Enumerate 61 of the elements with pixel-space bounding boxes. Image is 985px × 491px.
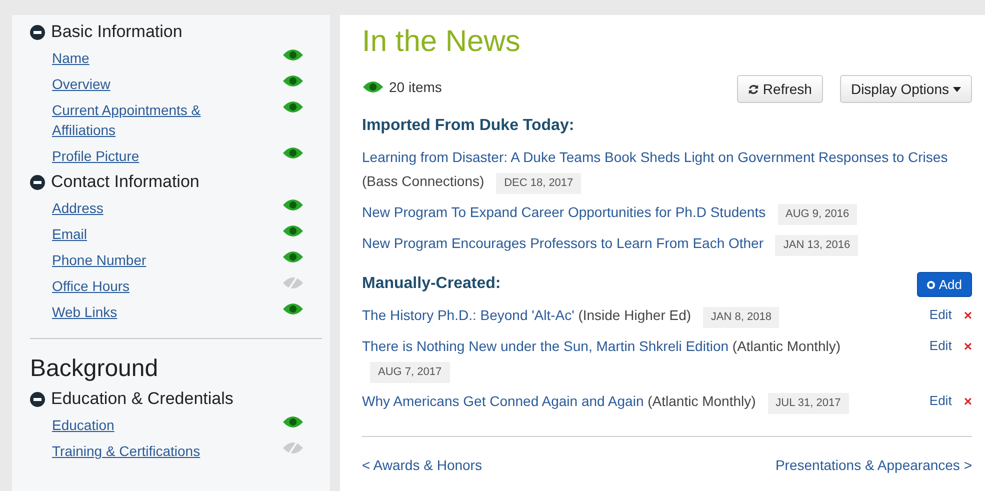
edit-link[interactable]: Edit	[929, 334, 952, 358]
group-title: Basic Information	[51, 22, 182, 42]
sidebar-link[interactable]: Web Links	[52, 302, 222, 322]
news-source: (Atlantic Monthly)	[646, 393, 756, 409]
section-heading: Imported From Duke Today:	[362, 117, 576, 135]
sidebar-link[interactable]: Name	[52, 48, 222, 68]
eye-icon[interactable]	[282, 146, 304, 160]
sidebar-link[interactable]: Office Hours	[52, 276, 222, 296]
caret-icon	[953, 86, 961, 92]
collapse-icon[interactable]	[30, 174, 45, 190]
news-date: AUG 7, 2017	[370, 362, 450, 383]
item-count: 20 items	[389, 79, 442, 95]
refresh-button[interactable]: Refresh	[736, 75, 823, 103]
previous-link[interactable]: < Awards & Honors	[362, 457, 482, 473]
news-link[interactable]: The History Ph.D.: Beyond 'Alt-Ac'	[362, 307, 574, 323]
sidebar-link[interactable]: Address	[52, 198, 222, 218]
eye-icon[interactable]	[282, 224, 304, 238]
eye-icon[interactable]	[282, 198, 304, 212]
news-date: JAN 13, 2016	[775, 235, 858, 256]
display-options-button[interactable]: Display Options	[840, 75, 972, 103]
refresh-icon	[748, 84, 759, 94]
eye-icon[interactable]	[282, 48, 304, 62]
group-title: Education & Credentials	[51, 389, 234, 409]
delete-button[interactable]: ×	[964, 389, 972, 413]
group-title: Contact Information	[51, 172, 200, 192]
sidebar-link[interactable]: Education	[52, 415, 222, 435]
news-date: DEC 18, 2017	[496, 173, 582, 194]
next-link[interactable]: Presentations & Appearances >	[775, 457, 972, 473]
delete-button[interactable]: ×	[964, 334, 972, 358]
edit-link[interactable]: Edit	[929, 303, 952, 327]
sidebar-link[interactable]: Current Appointments & Affiliations	[52, 100, 222, 140]
news-source: (Bass Connections)	[362, 173, 484, 189]
news-source: (Atlantic Monthly)	[731, 338, 841, 354]
eye-icon[interactable]	[362, 80, 384, 94]
collapse-icon[interactable]	[30, 392, 45, 406]
collapse-icon[interactable]	[30, 24, 45, 40]
sidebar-link[interactable]: Profile Picture	[52, 146, 222, 166]
eye-icon[interactable]	[282, 250, 304, 264]
edit-link[interactable]: Edit	[929, 389, 952, 413]
sidebar-link[interactable]: Phone Number	[52, 250, 222, 270]
news-link[interactable]: Why Americans Get Conned Again and Again	[362, 393, 644, 409]
news-date: JUL 31, 2017	[768, 393, 849, 414]
eye-icon[interactable]	[282, 74, 304, 88]
sidebar-link[interactable]: Overview	[52, 74, 222, 94]
news-source: (Inside Higher Ed)	[577, 307, 692, 323]
news-link[interactable]: New Program Encourages Professors to Learn From Each Other	[362, 235, 764, 251]
sidebar-link[interactable]: Training & Certifications	[52, 441, 222, 461]
news-link[interactable]: New Program To Expand Career Opportunities for Ph.D Students	[362, 204, 766, 220]
section-heading: Manually-Created:	[362, 275, 501, 293]
eye-icon[interactable]	[282, 415, 304, 429]
eye-icon[interactable]	[282, 302, 304, 316]
delete-button[interactable]: ×	[964, 303, 972, 327]
news-date: AUG 9, 2016	[778, 204, 858, 225]
page-title: In the News	[362, 25, 522, 59]
news-link[interactable]: There is Nothing New under the Sun, Martin Shkreli Edition	[362, 338, 729, 354]
sidebar-link[interactable]: Email	[52, 224, 222, 244]
add-button[interactable]: Add	[916, 272, 972, 297]
eye-icon[interactable]	[282, 100, 304, 114]
news-link[interactable]: Learning from Disaster: A Duke Teams Book Sheds Light on Government Responses to Crises	[362, 149, 948, 165]
news-date: JAN 8, 2018	[702, 307, 780, 328]
section-heading: Background	[30, 355, 160, 383]
